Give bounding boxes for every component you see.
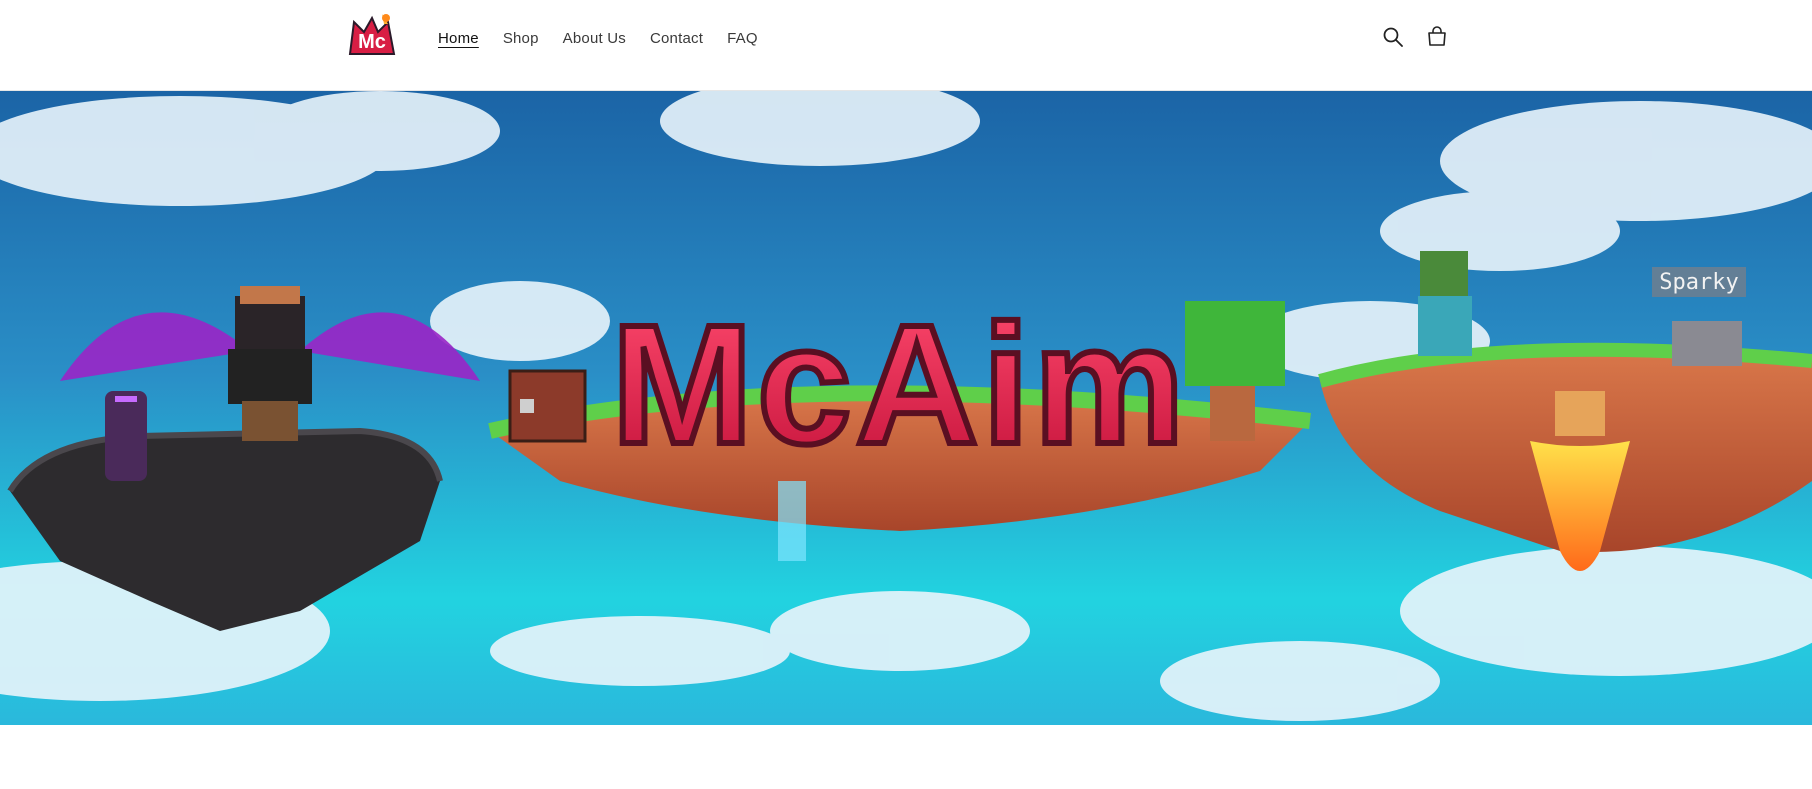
search-button[interactable]: [1378, 22, 1408, 52]
cart-button[interactable]: [1422, 22, 1452, 52]
site-logo[interactable]: Mc: [344, 10, 400, 64]
search-icon: [1383, 27, 1403, 47]
nav-home[interactable]: Home: [438, 30, 479, 47]
name-sign: Sparky: [1652, 267, 1746, 297]
page-body: [0, 725, 1812, 789]
site-header: Mc Home Shop About Us Contact FAQ: [0, 0, 1812, 91]
logo-text: Mc: [358, 31, 386, 53]
main-nav: Home Shop About Us Contact FAQ: [426, 0, 770, 76]
nav-shop[interactable]: Shop: [503, 30, 539, 47]
hero-title: McAim: [611, 290, 1188, 480]
hero-image: McAim Sparky: [0, 91, 1812, 725]
cart-icon: [1428, 26, 1446, 46]
nav-contact[interactable]: Contact: [650, 30, 703, 47]
hero-banner: McAim Sparky: [0, 91, 1812, 725]
logo-graphic: Mc: [348, 14, 396, 55]
sign-text: Sparky: [1659, 270, 1738, 295]
nav-about-us[interactable]: About Us: [563, 30, 626, 47]
nav-faq[interactable]: FAQ: [727, 30, 758, 47]
